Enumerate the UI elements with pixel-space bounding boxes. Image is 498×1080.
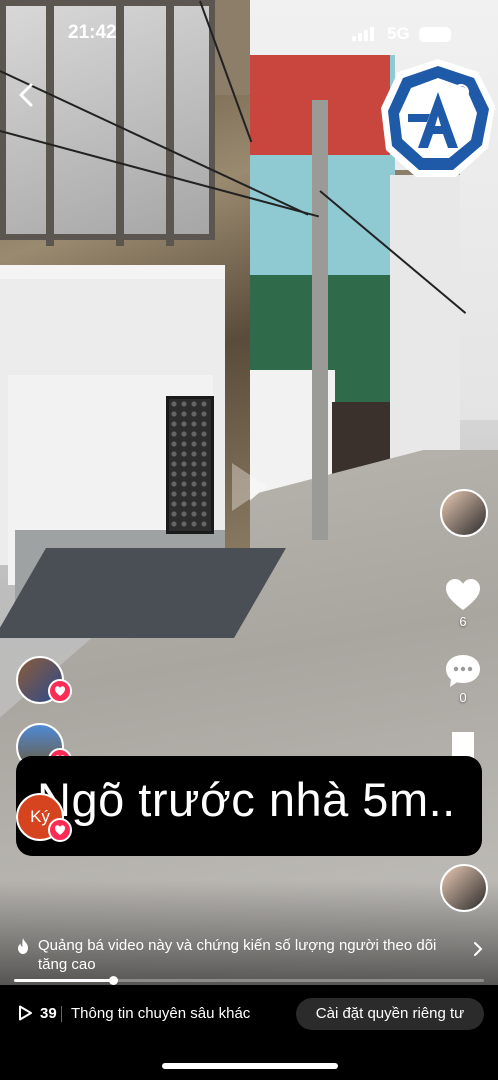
progress-knob[interactable] [108, 976, 118, 985]
promote-text: Quảng bá video này và chứng kiến số lượn… [38, 937, 437, 973]
divider [61, 1006, 62, 1022]
more-insights-link[interactable]: Thông tin chuyên sâu khác [71, 1005, 250, 1022]
comment-count: 0 [459, 690, 467, 705]
utility-pole [312, 100, 328, 540]
views-counter[interactable]: 39 [16, 1004, 57, 1022]
patterned-door [166, 396, 214, 534]
music-disc[interactable] [440, 864, 488, 912]
back-arrow-icon[interactable] [14, 80, 40, 110]
chevron-right-icon [474, 942, 483, 956]
brand-logo [381, 59, 495, 177]
comment-icon[interactable] [443, 651, 483, 691]
privacy-settings-button[interactable]: Cài đặt quyền riêng tư [296, 998, 484, 1030]
like-count: 6 [459, 614, 467, 629]
home-indicator[interactable] [162, 1063, 338, 1069]
video-progress-bar[interactable] [14, 976, 484, 985]
play-outline-icon [19, 1005, 32, 1021]
signal-icon [352, 27, 374, 41]
network-type: 5G [387, 24, 410, 43]
building-right [390, 175, 460, 490]
heart-icon[interactable] [443, 575, 483, 615]
promote-banner[interactable]: Quảng bá video này và chứng kiến số lượn… [14, 936, 484, 976]
creator-avatar[interactable] [440, 489, 488, 537]
battery-icon [419, 27, 451, 42]
heart-badge-icon [48, 679, 72, 703]
progress-fill [14, 979, 113, 982]
video-caption: Ngõ trước nhà 5m.. [37, 773, 456, 826]
heart-badge-icon [48, 818, 72, 842]
status-time: 21:42 [68, 22, 117, 43]
flame-icon [18, 938, 28, 954]
views-count: 39 [40, 1004, 57, 1022]
play-icon [232, 463, 268, 511]
